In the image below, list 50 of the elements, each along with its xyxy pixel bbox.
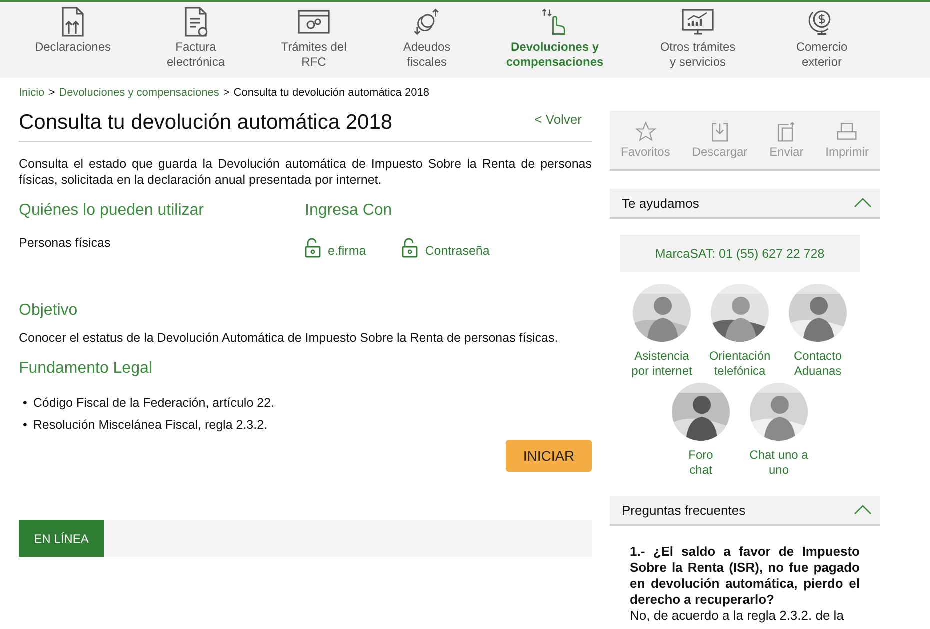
coin-arrows-icon [413,6,441,38]
section-text: Personas físicas [19,236,112,250]
nav-item[interactable]: Declaraciones [14,2,132,78]
document-arrows-icon [59,6,87,38]
breadcrumb-link[interactable]: Devoluciones y compensaciones [59,87,220,99]
start-button[interactable]: INICIAR [506,440,592,472]
nav-item[interactable]: Devoluciones y compensaciones [486,2,624,78]
section-heading: Objetivo [19,302,79,320]
online-tab[interactable]: EN LÍNEA [19,520,104,557]
phone-number: MarcaSAT: 01 (55) 627 22 728 [620,235,860,272]
faq-question: 1.- ¿El saldo a favor de Impuesto Sobre la Renta (ISR), no fue pagado en devolución automática, pierdo el derecho a recuperarlo? [630,544,860,608]
section-text: Conocer el estatus de la Devolución Automática de Impuesto Sobre la Renta de personas físicas. [19,330,560,346]
breadcrumb-link[interactable]: Inicio [19,87,45,99]
nav-item[interactable]: Trámites del RFC [260,2,368,78]
breadcrumb-current: Consulta tu devolución automática 2018 [234,87,430,99]
panel-header[interactable]: Te ayudamos [610,189,880,219]
open-lock-icon [402,238,418,258]
star-icon [634,121,657,143]
help-channel-link[interactable]: Foro chat [688,448,714,478]
panel-header[interactable]: Preguntas frecuentes [610,496,880,526]
legal-list-item: Código Fiscal de la Federación, artículo 22. [33,396,274,410]
monitor-chart-icon [681,6,715,38]
legal-list-item: Resolución Miscelánea Fiscal, regla 2.3.2. [33,418,268,432]
back-link[interactable]: < Volver [534,112,582,127]
panel-title: Preguntas frecuentes [622,502,746,518]
help-channel-link[interactable]: Chat uno a uno [750,448,808,478]
breadcrumb-separator: > [48,87,56,99]
nav-item[interactable]: Otros trámites y servicios [624,2,772,78]
faq-answer: No, de acuerdo a la regla 2.3.2. de la [630,608,845,624]
printer-icon [836,121,858,143]
login-option-link[interactable]: Contraseña [402,238,490,258]
login-option-link[interactable]: e.firma [305,238,366,258]
bullet: • [23,418,28,432]
open-lock-icon [305,238,321,258]
help-channel-link[interactable]: Orientación telefónica [709,349,771,379]
section-heading: Ingresa Con [305,202,394,220]
bullet: • [23,396,28,410]
page-title: Consulta tu devolución automática 2018 [19,111,393,135]
intro-text: Consulta el estado que guarda la Devolución automática de Impuesto Sobre la Renta de personas físicas, solicitada en la declaración anual presentada por internet. [19,156,592,188]
help-channel-link[interactable]: Asistencia por internet [632,349,692,379]
section-heading: Quiénes lo pueden utilizar [19,202,206,220]
invoice-icon [182,6,210,38]
breadcrumb-separator: > [223,87,230,99]
nav-item[interactable]: Factura electrónica [132,2,260,78]
panel-title: Te ayudamos [622,196,700,210]
help-channel-link[interactable]: Contacto Aduanas [794,349,842,379]
nav-item[interactable]: Comercio exterior [772,2,872,78]
nav-item[interactable]: Adeudos fiscales [368,2,486,78]
download-icon [709,121,731,143]
section-heading: Fundamento Legal [19,360,154,378]
